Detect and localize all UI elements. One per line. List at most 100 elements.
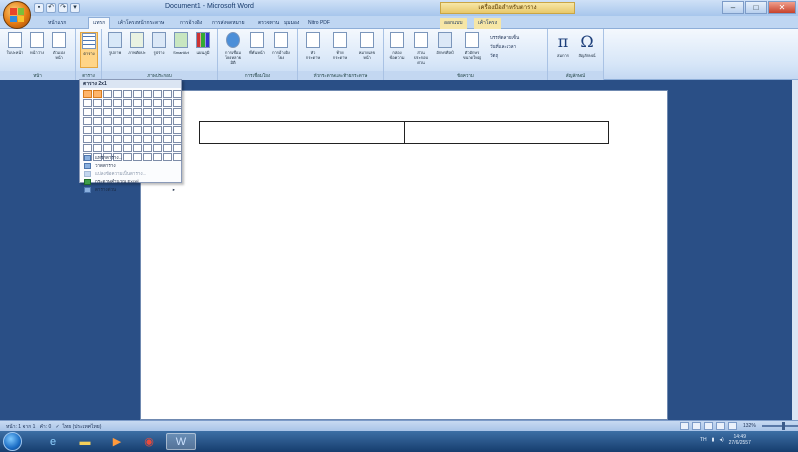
wordart-button[interactable]: อักษรศิลป์	[436, 32, 454, 55]
tab-layout[interactable]: เค้าโครง	[474, 18, 502, 29]
folder-icon[interactable]: ▬	[70, 433, 100, 450]
network-icon[interactable]: ▮	[712, 437, 715, 443]
grid-cell[interactable]	[163, 144, 172, 152]
grid-cell[interactable]	[163, 108, 172, 116]
grid-cell[interactable]	[113, 144, 122, 152]
spelling-icon[interactable]: ✓	[55, 424, 59, 430]
grid-cell[interactable]	[93, 126, 102, 134]
grid-cell[interactable]	[83, 117, 92, 125]
grid-cell[interactable]	[83, 126, 92, 134]
customize-icon[interactable]: ▾	[70, 3, 80, 13]
grid-cell[interactable]	[163, 126, 172, 134]
footer-button[interactable]: ท้ายกระดาษ	[331, 32, 349, 60]
grid-cell[interactable]	[153, 117, 162, 125]
grid-cell[interactable]	[133, 108, 142, 116]
grid-cell[interactable]	[83, 90, 92, 98]
table-button[interactable]: ตาราง	[80, 32, 98, 68]
table-cell[interactable]	[405, 122, 609, 143]
ie-icon[interactable]: e	[38, 433, 68, 450]
minimize-button[interactable]: –	[722, 1, 744, 14]
grid-cell[interactable]	[123, 99, 132, 107]
tab-mailings[interactable]: การส่งจดหมาย	[212, 18, 245, 29]
outline-view-button[interactable]	[716, 422, 725, 430]
grid-cell[interactable]	[93, 99, 102, 107]
shapes-button[interactable]: รูปร่าง	[150, 32, 168, 55]
grid-cell[interactable]	[103, 135, 112, 143]
undo-icon[interactable]: ↶	[46, 3, 56, 13]
document-table[interactable]	[199, 121, 609, 144]
smartart-button[interactable]: SmartArt	[172, 32, 190, 55]
table-cell[interactable]	[200, 122, 405, 143]
grid-cell[interactable]	[173, 144, 182, 152]
grid-cell[interactable]	[103, 90, 112, 98]
tab-page-layout[interactable]: เค้าโครงหน้ากระดาษ	[118, 18, 164, 29]
tab-references[interactable]: การอ้างอิง	[180, 18, 202, 29]
grid-cell[interactable]	[123, 108, 132, 116]
table-grid-picker[interactable]	[83, 90, 182, 161]
signature-line-button[interactable]: บรรทัดลายเซ็น	[490, 33, 519, 42]
web-layout-view-button[interactable]	[704, 422, 713, 430]
equation-button[interactable]: π สมการ	[554, 32, 572, 58]
cross-reference-button[interactable]: การอ้างอิงโยง	[272, 32, 290, 60]
grid-cell[interactable]	[123, 126, 132, 134]
tab-nitro-pdf[interactable]: Nitro PDF	[308, 18, 330, 29]
excel-spreadsheet-menu-item[interactable]: กระดาษคำนวณ Excel	[80, 177, 181, 185]
save-icon[interactable]: ▪	[34, 3, 44, 13]
hyperlink-button[interactable]: การเชื่อมโยงหลายมิติ	[224, 32, 242, 65]
grid-cell[interactable]	[113, 117, 122, 125]
grid-cell[interactable]	[133, 117, 142, 125]
grid-cell[interactable]	[173, 99, 182, 107]
word-count[interactable]: คำ: 0	[40, 424, 52, 430]
grid-cell[interactable]	[93, 144, 102, 152]
grid-cell[interactable]	[83, 135, 92, 143]
zoom-level[interactable]: 132%	[743, 423, 756, 429]
grid-cell[interactable]	[93, 117, 102, 125]
grid-cell[interactable]	[143, 144, 152, 152]
grid-cell[interactable]	[153, 126, 162, 134]
grid-cell[interactable]	[173, 90, 182, 98]
grid-cell[interactable]	[143, 90, 152, 98]
tab-design[interactable]: ออกแบบ	[440, 18, 467, 29]
grid-cell[interactable]	[143, 108, 152, 116]
full-screen-view-button[interactable]	[692, 422, 701, 430]
bookmark-button[interactable]: ที่คั่นหน้า	[248, 32, 266, 55]
office-button[interactable]	[3, 1, 31, 29]
grid-cell[interactable]	[123, 144, 132, 152]
grid-cell[interactable]	[163, 99, 172, 107]
page-number-button[interactable]: หมายเลขหน้า	[358, 32, 376, 60]
tab-insert[interactable]: แทรก	[88, 17, 111, 29]
clock[interactable]: 14:49 27/6/2557	[729, 434, 751, 446]
volume-icon[interactable]: ◂)	[719, 437, 723, 443]
grid-cell[interactable]	[103, 108, 112, 116]
zoom-slider[interactable]	[761, 422, 798, 430]
tab-view[interactable]: มุมมอง	[284, 18, 299, 29]
clip-art-button[interactable]: ภาพตัดปะ	[128, 32, 146, 55]
quick-parts-button[interactable]: ส่วนประกอบด่วน	[412, 32, 430, 65]
vertical-scrollbar[interactable]	[792, 80, 798, 420]
grid-cell[interactable]	[133, 99, 142, 107]
object-button[interactable]: วัตถุ	[490, 51, 519, 60]
symbol-button[interactable]: Ω สัญลักษณ์	[578, 32, 596, 58]
language-bar[interactable]: TH	[700, 437, 707, 443]
grid-cell[interactable]	[83, 144, 92, 152]
grid-cell[interactable]	[143, 135, 152, 143]
grid-cell[interactable]	[133, 135, 142, 143]
drop-cap-button[interactable]: ตัวอักษรขนาดใหญ่	[460, 32, 484, 60]
grid-cell[interactable]	[153, 135, 162, 143]
grid-cell[interactable]	[173, 135, 182, 143]
grid-cell[interactable]	[153, 90, 162, 98]
insert-table-menu-item[interactable]: แทรกตาราง...	[80, 153, 181, 161]
grid-cell[interactable]	[163, 90, 172, 98]
grid-cell[interactable]	[133, 144, 142, 152]
grid-cell[interactable]	[103, 117, 112, 125]
grid-cell[interactable]	[163, 135, 172, 143]
picture-button[interactable]: รูปภาพ	[106, 32, 124, 55]
text-box-button[interactable]: กล่องข้อความ	[388, 32, 406, 60]
grid-cell[interactable]	[173, 126, 182, 134]
grid-cell[interactable]	[93, 135, 102, 143]
start-button[interactable]	[3, 432, 22, 451]
grid-cell[interactable]	[113, 99, 122, 107]
page-count[interactable]: หน้า: 1 จาก 1	[6, 424, 35, 430]
cover-page-button[interactable]: ใบปะหน้า	[6, 32, 24, 55]
grid-cell[interactable]	[103, 126, 112, 134]
